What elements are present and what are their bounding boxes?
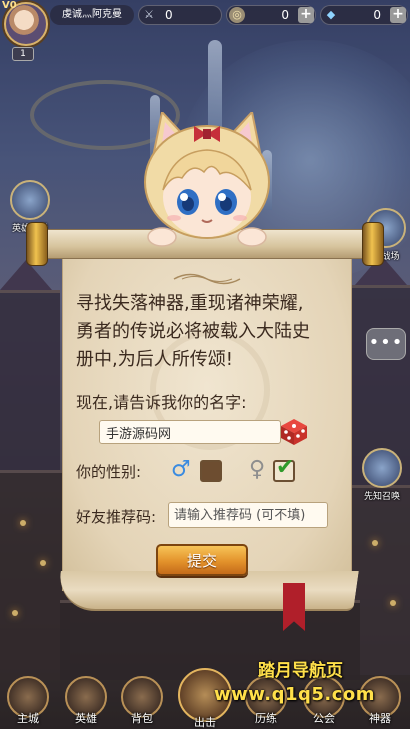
nav-label: 英雄: [75, 712, 97, 725]
male-checkbox[interactable]: [200, 460, 222, 482]
female-symbol-icon: ♀: [249, 457, 266, 482]
story-line: 寻找失落神器,重现诸神荣耀,: [76, 293, 304, 314]
nav-label: 神器: [369, 712, 391, 725]
character-name-input[interactable]: [99, 420, 281, 444]
nav-label: 出击: [194, 716, 216, 729]
site-watermark-title: 踏月导航页: [258, 661, 343, 681]
crossed-swords-icon: ⚔: [144, 8, 154, 21]
top-bar: V0 1 虔诚灬阿克曼 ⚔ 0 ◎ 0 + ◆ 0 +: [0, 0, 410, 61]
nav-heroes[interactable]: 英雄: [60, 676, 112, 725]
chat-bubble-icon[interactable]: •••: [366, 328, 406, 360]
submit-button[interactable]: 提交: [156, 544, 248, 576]
power-stat: ⚔ 0: [138, 5, 222, 25]
nav-label: 主城: [17, 712, 39, 725]
coin-icon: ◎: [229, 7, 245, 23]
referral-label: 好友推荐码:: [76, 508, 157, 526]
scroll-knob-left: [26, 222, 48, 266]
random-name-dice-icon[interactable]: [278, 416, 310, 446]
diamond-stat: ◆ 0 +: [320, 5, 408, 25]
nav-label: 公会: [313, 712, 335, 725]
power-value: 0: [165, 8, 173, 22]
site-watermark-url: www.q1q5.com: [214, 684, 376, 705]
coin-value: 0: [281, 8, 289, 22]
scroll-ornament-icon: [173, 273, 241, 285]
name-prompt: 现在,请告诉我你的名字:: [76, 393, 247, 412]
coin-stat: ◎ 0 +: [226, 5, 316, 25]
player-level: 1: [12, 47, 34, 61]
diamond-value: 0: [373, 8, 381, 22]
summon-icon: [362, 448, 402, 488]
temple-icon: [10, 180, 50, 220]
player-name: 虔诚灬阿克曼: [50, 5, 134, 25]
diamond-icon: ◆: [326, 8, 336, 21]
checkmark-icon: ✔: [276, 455, 295, 480]
story-line: 勇者的传说必将被载入大陆史: [76, 321, 310, 342]
female-checkbox[interactable]: ✔: [273, 455, 295, 482]
nav-label: 历练: [255, 712, 277, 725]
add-diamond-button[interactable]: +: [390, 7, 406, 23]
male-symbol-icon: ♂: [171, 457, 191, 482]
mascot-girl: [144, 112, 270, 247]
referral-code-input[interactable]: [168, 502, 328, 528]
add-coin-button[interactable]: +: [298, 7, 314, 23]
scroll-knob-right: [362, 222, 384, 266]
scroll-bottom-curl: [55, 571, 359, 611]
nav-backpack[interactable]: 背包: [116, 676, 168, 725]
story-line: 册中,为后人所传颂!: [76, 349, 233, 370]
vip-badge: V0: [2, 0, 17, 11]
prophet-summon-button[interactable]: 先知召唤: [358, 448, 406, 502]
gender-label: 你的性别:: [76, 463, 142, 481]
story-text: 寻找失落神器,重现诸神荣耀, 勇者的传说必将被载入大陆史 册中,为后人所传颂!: [76, 290, 358, 374]
nav-label: 背包: [131, 712, 153, 725]
nav-main-city[interactable]: 主城: [2, 676, 54, 725]
prophet-summon-label: 先知召唤: [363, 492, 400, 502]
